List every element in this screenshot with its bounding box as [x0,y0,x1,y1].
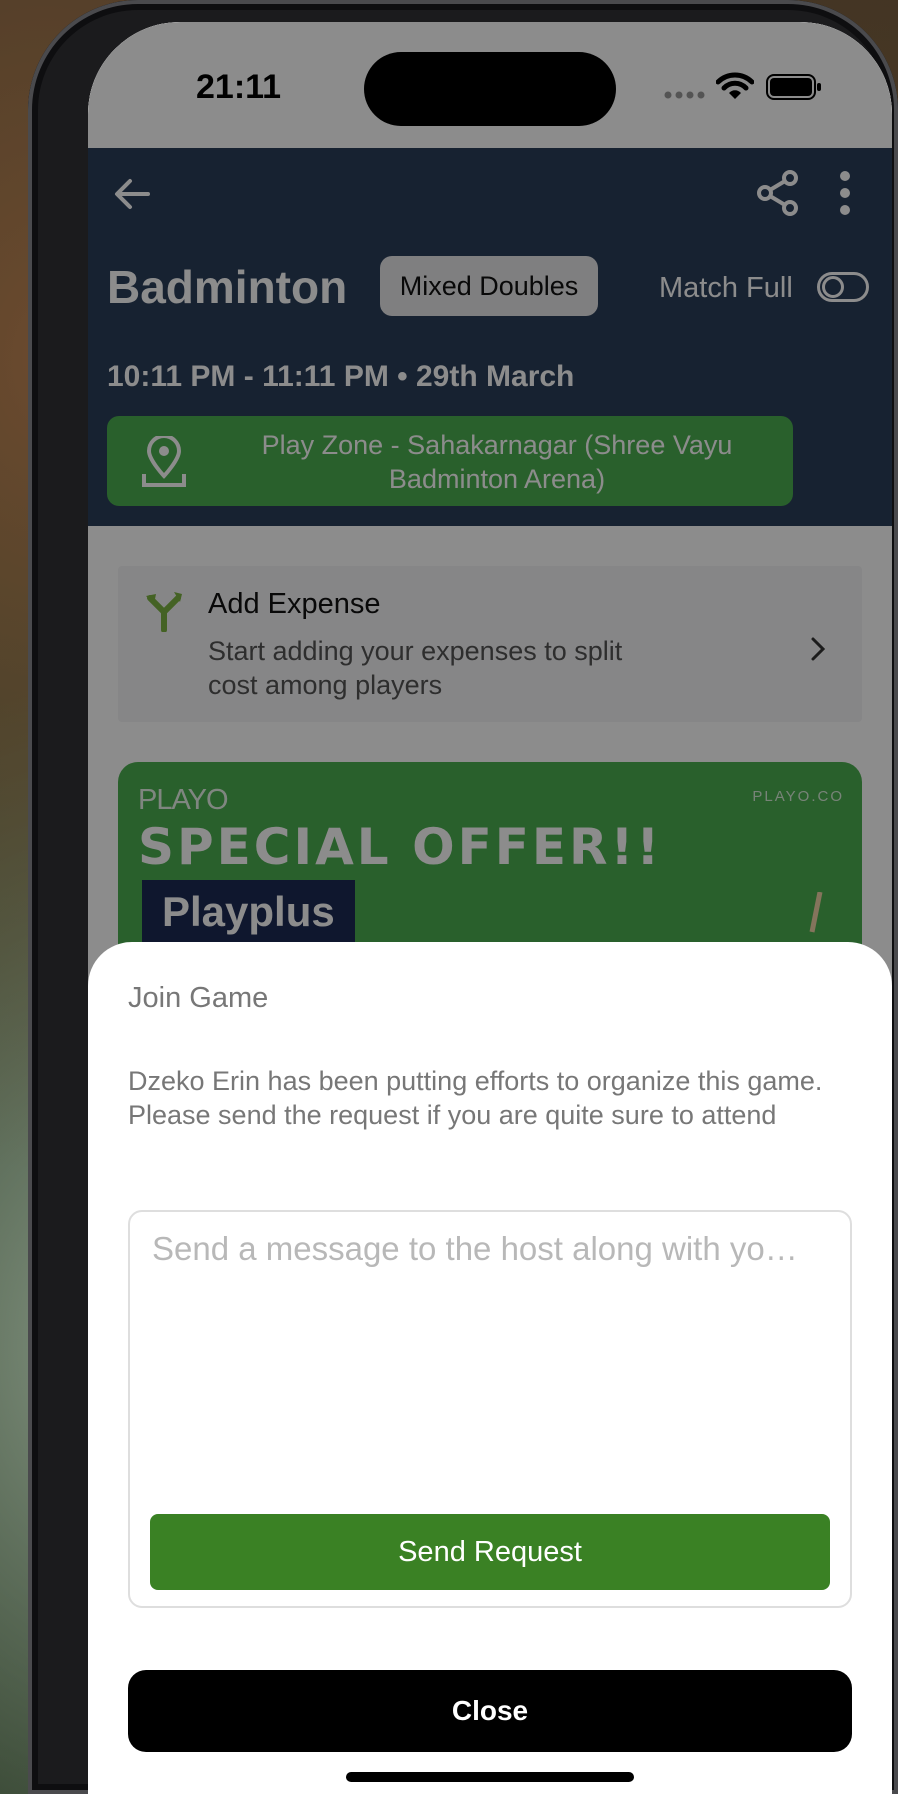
join-game-sheet: Join Game Dzeko Erin has been putting ef… [88,942,892,1794]
sheet-title: Join Game [128,982,269,1014]
request-form: Send Request [128,1210,852,1608]
send-request-button[interactable]: Send Request [150,1514,830,1590]
sheet-description: Dzeko Erin has been putting efforts to o… [128,1066,823,1130]
close-button[interactable]: Close [128,1670,852,1752]
phone-screen: 21:11 Badminton Mixed Doubles Match Full… [88,22,892,1794]
home-indicator[interactable] [346,1772,634,1782]
phone-frame: 21:11 Badminton Mixed Doubles Match Full… [28,0,898,1794]
host-message-input[interactable] [150,1228,834,1492]
